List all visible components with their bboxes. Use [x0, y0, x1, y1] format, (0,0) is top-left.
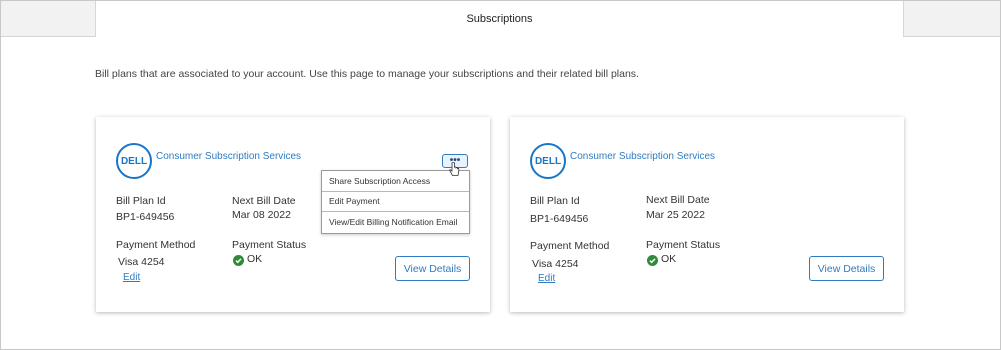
header-left-panel [1, 1, 96, 37]
menu-item-share-access[interactable]: Share Subscription Access [322, 171, 469, 192]
check-circle-icon [233, 255, 244, 266]
menu-item-edit-payment[interactable]: Edit Payment [322, 192, 469, 212]
bill-plan-label: Bill Plan Id [116, 195, 166, 207]
payment-method-label: Payment Method [530, 240, 610, 252]
hand-cursor-icon [449, 162, 460, 176]
dell-logo: DELL [530, 143, 566, 179]
subscription-card: DELL Consumer Subscription Services Bill… [510, 117, 904, 312]
options-menu: Share Subscription Access Edit Payment V… [321, 170, 470, 234]
payment-status-value: OK [247, 253, 263, 265]
payment-status-value: OK [661, 253, 677, 265]
payment-method-value: Visa 4254 [118, 256, 165, 268]
view-details-button[interactable]: View Details [395, 256, 470, 281]
page-title: Subscriptions [96, 1, 903, 37]
menu-item-billing-email[interactable]: View/Edit Billing Notification Email [322, 212, 469, 233]
payment-status-label: Payment Status [646, 239, 721, 251]
next-bill-label: Next Bill Date [646, 194, 710, 206]
header-right-panel [903, 1, 1000, 37]
bill-plan-value: BP1-649456 [116, 211, 175, 223]
bill-plan-label: Bill Plan Id [530, 195, 580, 207]
edit-payment-link[interactable]: Edit [538, 273, 555, 284]
payment-status-label: Payment Status [232, 239, 307, 251]
intro-text: Bill plans that are associated to your a… [95, 68, 639, 80]
next-bill-value: Mar 25 2022 [646, 209, 705, 221]
service-name: Consumer Subscription Services [570, 151, 716, 162]
next-bill-value: Mar 08 2022 [232, 209, 291, 221]
subscription-card: DELL Consumer Subscription Services Bill… [96, 117, 490, 312]
check-circle-icon [647, 255, 658, 266]
service-name: Consumer Subscription Services [156, 151, 302, 162]
payment-method-value: Visa 4254 [532, 258, 579, 270]
bill-plan-value: BP1-649456 [530, 213, 589, 225]
next-bill-label: Next Bill Date [232, 195, 296, 207]
dell-logo: DELL [116, 143, 152, 179]
edit-payment-link[interactable]: Edit [123, 272, 140, 283]
payment-method-label: Payment Method [116, 239, 196, 251]
view-details-button[interactable]: View Details [809, 256, 884, 281]
